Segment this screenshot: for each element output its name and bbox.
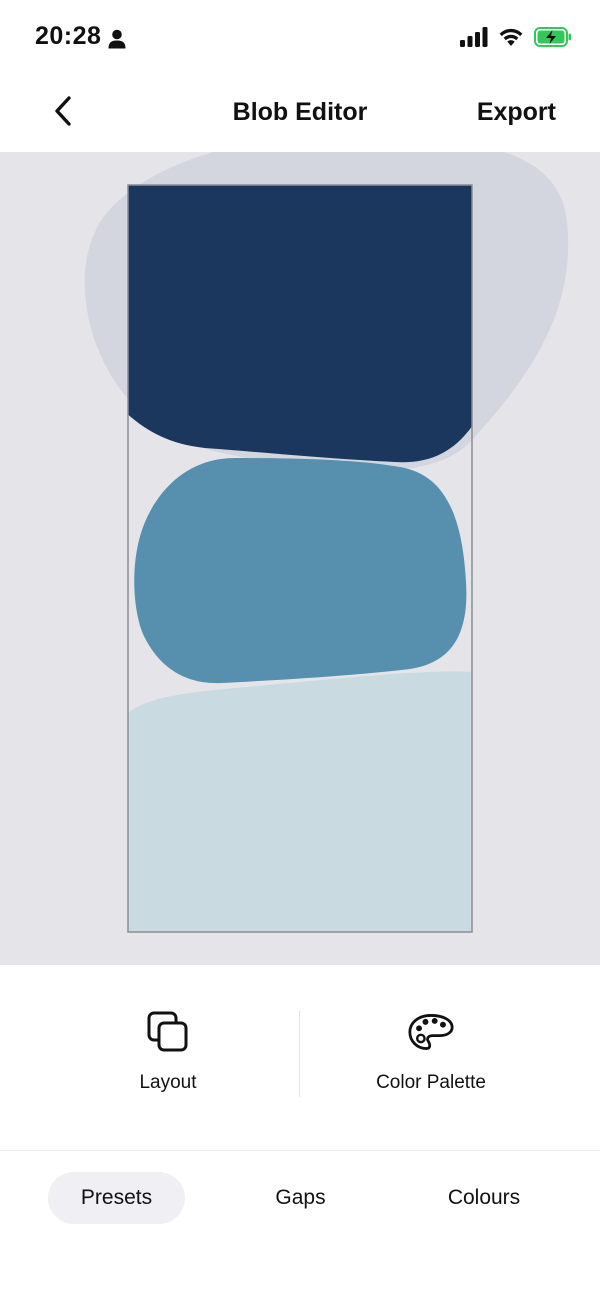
palette-icon: [408, 1009, 454, 1055]
cellular-signal-icon: [460, 26, 488, 52]
tool-panel: Layout Color Palette: [0, 965, 600, 1150]
tab-presets[interactable]: Presets: [48, 1172, 185, 1224]
status-bar: 20:28: [0, 0, 600, 76]
top-blob[interactable]: [120, 172, 480, 463]
export-button[interactable]: Export: [477, 98, 556, 127]
tab-colours[interactable]: Colours: [414, 1172, 554, 1224]
battery-charging-icon: [534, 26, 572, 52]
layout-button[interactable]: Layout: [18, 1009, 318, 1094]
wifi-icon: [498, 27, 524, 52]
canvas-preview[interactable]: [0, 152, 600, 965]
layers-icon: [145, 1009, 191, 1055]
layout-label: Layout: [139, 1072, 197, 1093]
middle-blob[interactable]: [134, 458, 467, 684]
tab-gaps[interactable]: Gaps: [232, 1172, 369, 1224]
bottom-blob[interactable]: [120, 671, 480, 952]
status-time: 20:28: [35, 22, 102, 50]
nav-header: Blob Editor Export: [0, 76, 600, 152]
status-indicators: [460, 26, 572, 52]
person-icon: [108, 29, 126, 49]
tab-bar: Presets Gaps Colours: [0, 1151, 600, 1298]
color-palette-label: Color Palette: [376, 1072, 486, 1093]
color-palette-button[interactable]: Color Palette: [281, 1009, 581, 1094]
